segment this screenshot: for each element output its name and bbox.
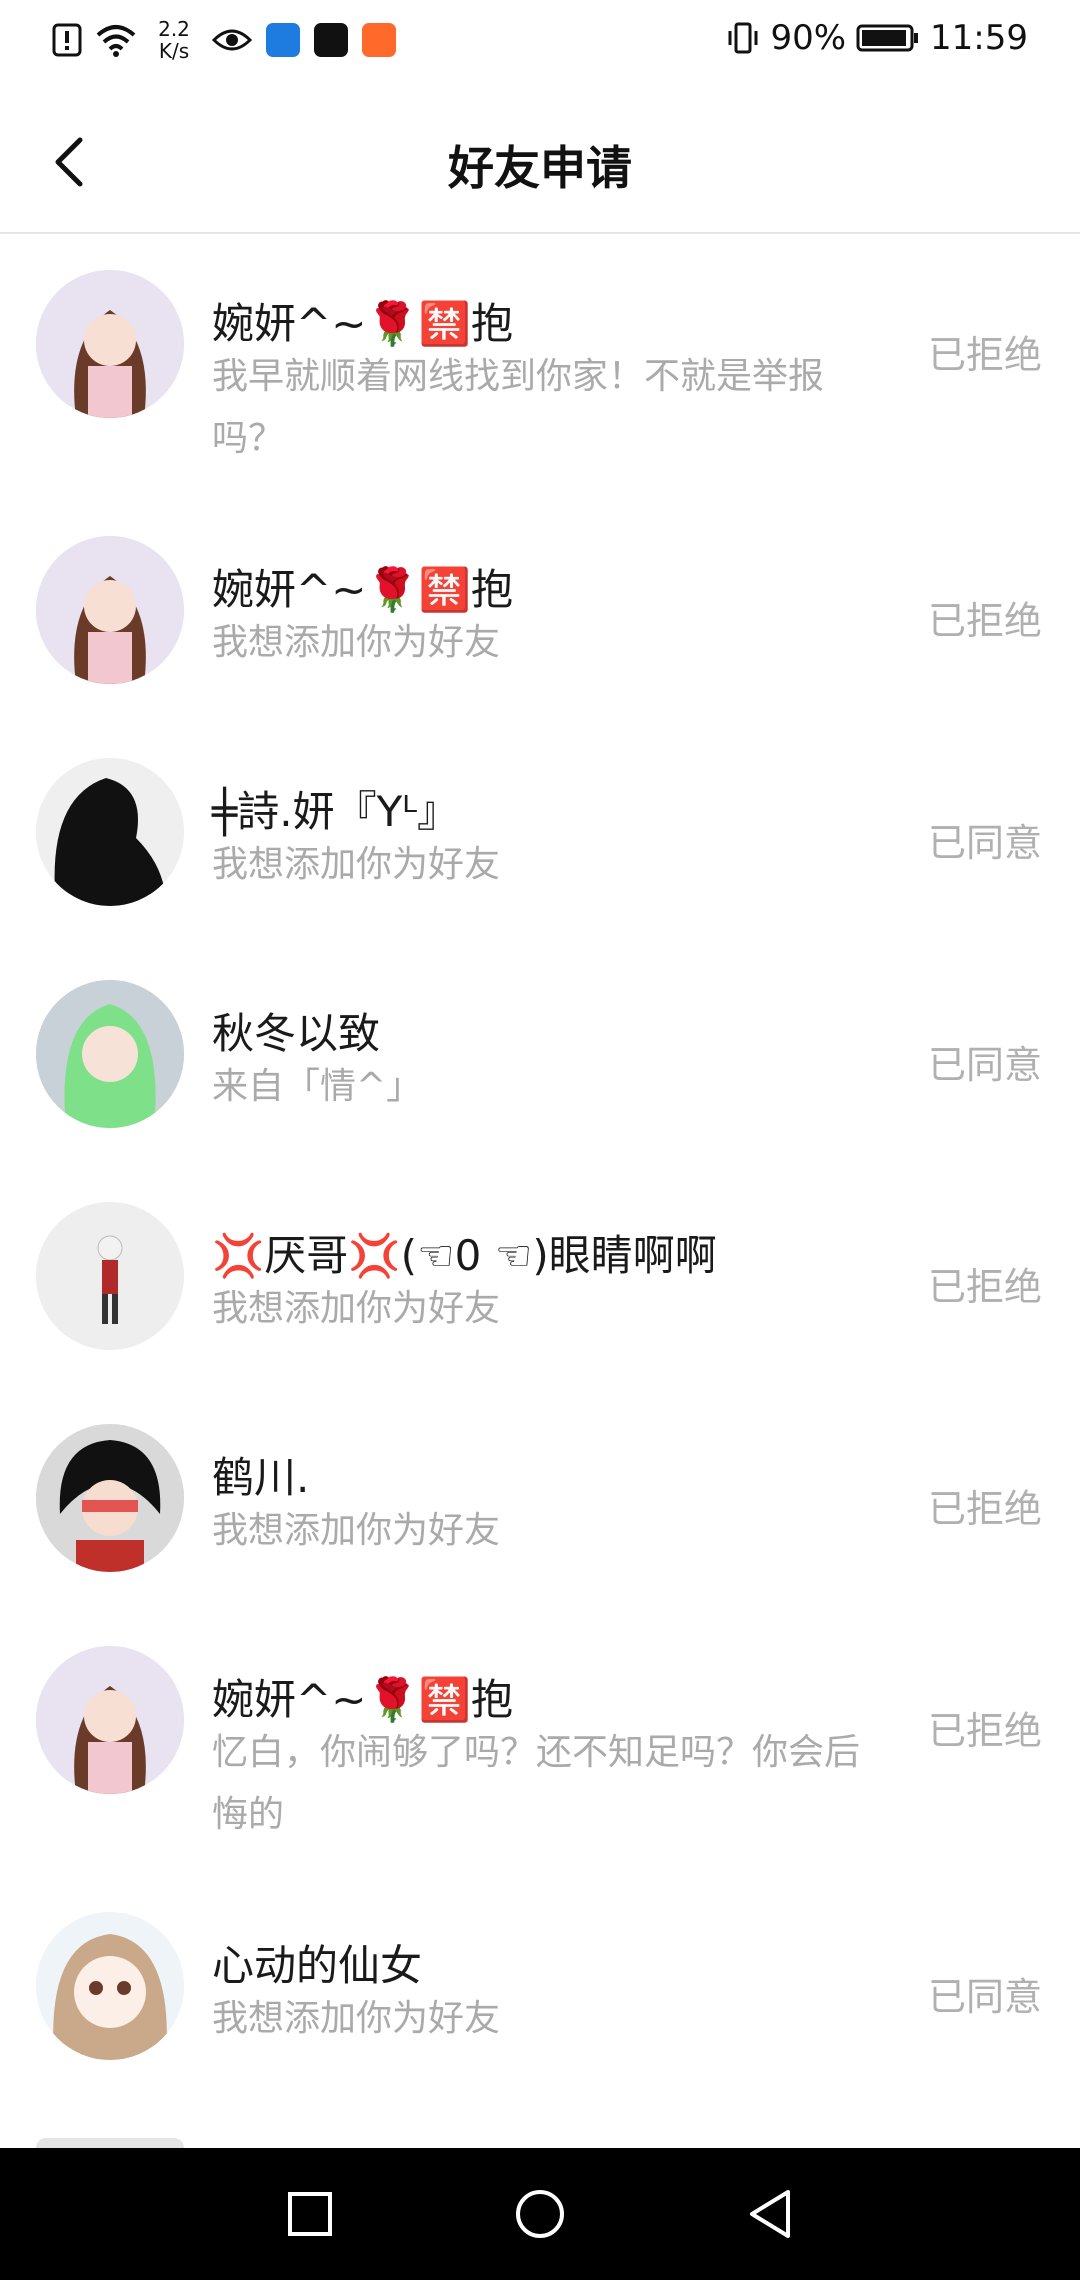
request-status: 已拒绝 [927, 1265, 1042, 1309]
network-speed: 2.2 K/s [158, 17, 190, 63]
request-message: 我想添加你为好友 [212, 1288, 501, 1329]
request-status: 已同意 [927, 821, 1042, 865]
request-message: 我早就顺着网线找到你家！不就是举报吗？ [212, 356, 825, 459]
header: 好友申请 [0, 92, 1080, 234]
avatar[interactable] [36, 1912, 184, 2060]
request-message: 我想添加你为好友 [212, 622, 501, 663]
request-message: 我想添加你为好友 [212, 1510, 501, 1551]
status-bar: 2.2 K/s 90% 11:59 [0, 0, 1080, 92]
avatar[interactable] [36, 270, 184, 418]
orange-app-icon [362, 23, 396, 57]
avatar[interactable] [36, 758, 184, 906]
request-status: 已同意 [927, 1043, 1042, 1087]
request-name: 鹤川. [212, 1453, 310, 1502]
request-message: 忆白，你闹够了吗？还不知足吗？你会后悔的 [212, 1732, 861, 1835]
request-name: ╪詩.妍『Yᴸ』 [212, 787, 460, 836]
avatar[interactable] [36, 536, 184, 684]
tiktok-app-icon [314, 23, 348, 57]
request-status: 已拒绝 [927, 1487, 1042, 1531]
avatar[interactable] [36, 1202, 184, 1350]
request-message: 我想添加你为好友 [212, 1998, 501, 2039]
eye-icon [212, 29, 252, 51]
request-status: 已拒绝 [927, 1709, 1042, 1753]
request-name: 💢厌哥💢(☜0 ☜)眼睛啊啊 [212, 1231, 717, 1280]
battery-icon [856, 24, 919, 52]
vibrate-icon [728, 22, 758, 54]
alert-icon [52, 23, 82, 57]
request-name: 心动的仙女 [212, 1941, 423, 1990]
home-icon[interactable] [510, 2184, 570, 2244]
request-message: 来自「情^」 [212, 1066, 423, 1107]
request-status: 已拒绝 [927, 333, 1042, 377]
request-status: 已拒绝 [927, 599, 1042, 643]
avatar[interactable] [36, 980, 184, 1128]
system-nav-bar [0, 2148, 1080, 2280]
request-name: 婉妍^~🌹🈲抱 [212, 1675, 513, 1724]
request-name: 秋冬以致 [212, 1009, 381, 1058]
request-name: 婉妍^~🌹🈲抱 [212, 299, 513, 348]
page-title: 好友申请 [448, 141, 632, 195]
clock: 11:59 [930, 18, 1028, 58]
request-name: 婉妍^~🌹🈲抱 [212, 565, 513, 614]
recent-apps-icon[interactable] [280, 2184, 340, 2244]
avatar[interactable] [36, 1646, 184, 1794]
battery-percent: 90% [770, 18, 847, 58]
wifi-icon [96, 25, 136, 57]
request-status: 已同意 [927, 1975, 1042, 2019]
avatar[interactable] [36, 1424, 184, 1572]
shield-app-icon [266, 23, 300, 57]
back-icon[interactable] [740, 2184, 800, 2244]
avatar[interactable] [36, 2138, 184, 2148]
request-message: 我想添加你为好友 [212, 844, 501, 885]
